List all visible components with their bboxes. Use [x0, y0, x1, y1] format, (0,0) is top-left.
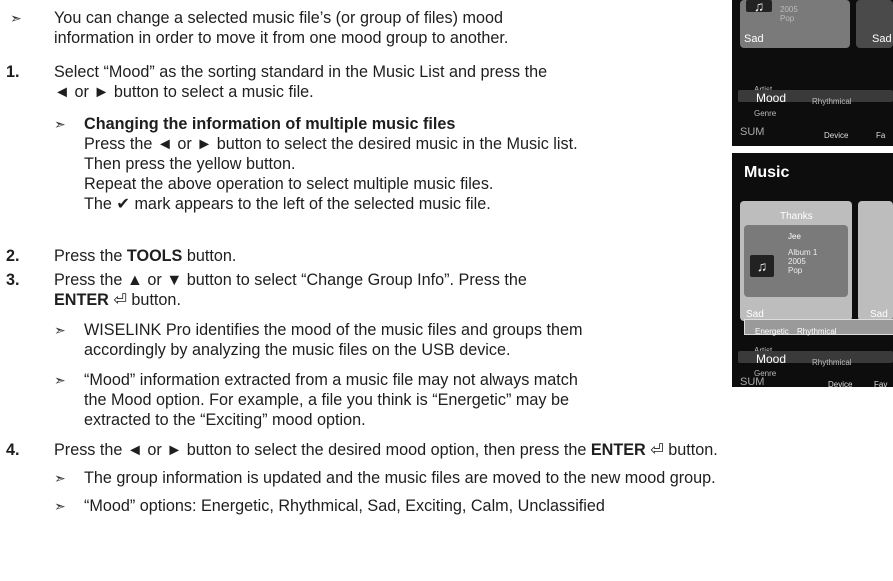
- step-3-note-1-line-2: accordingly by analyzing the music files…: [84, 341, 511, 359]
- note-arrow-icon: ➣: [54, 470, 66, 486]
- mood-option-energetic[interactable]: Energetic: [755, 322, 789, 342]
- step-3-note-1-line-1: WISELINK Pro identifies the mood of the …: [84, 321, 583, 339]
- intro-line-1: You can change a selected music file’s (…: [54, 9, 504, 27]
- step-3-note-2-line-1: “Mood” information extracted from a musi…: [84, 371, 578, 389]
- note-arrow-icon: ➣: [54, 322, 66, 338]
- card-genre: Pop: [788, 266, 803, 275]
- device-label: Device: [824, 131, 849, 140]
- music-note-icon: ♫: [750, 255, 774, 277]
- step-4-number: 4.: [6, 441, 20, 459]
- mood-rhythmical: Rhythmical: [812, 358, 852, 367]
- favorite-label: Fav: [874, 380, 888, 387]
- card-title: Thanks: [780, 211, 813, 222]
- step-4-note-2: “Mood” options: Energetic, Rhythmical, S…: [84, 497, 605, 515]
- step-3-note-2-line-3: extracted to the “Exciting” mood option.: [84, 411, 366, 429]
- sum-label: SUM: [740, 126, 765, 138]
- step-1-line-2: ◄ or ► button to select a music file.: [54, 83, 314, 101]
- step-3-note-2-line-2: the Mood option. For example, a file you…: [84, 391, 569, 409]
- card-genre: Pop: [780, 14, 795, 23]
- screen-title: Music: [744, 164, 790, 181]
- sort-genre: Genre: [754, 109, 777, 118]
- change-group-popup[interactable]: Energetic Rhythmical: [744, 319, 893, 336]
- selected-music-card: Thanks ♫ Jee Album 1 2005 Pop: [740, 201, 852, 321]
- step-1-sub-line-3: Repeat the above operation to select mul…: [84, 175, 494, 193]
- music-note-icon: ♫: [746, 0, 772, 13]
- sum-label: SUM: [740, 376, 765, 387]
- step-4-text: Press the ◄ or ► button to select the de…: [54, 441, 718, 459]
- step-1-sub-line-2: Then press the yellow button.: [84, 155, 296, 173]
- card-art: ♫ Jee Album 1 2005 Pop: [744, 225, 848, 297]
- mood-label-sad: Sad: [872, 33, 892, 45]
- step-2-number: 2.: [6, 247, 20, 265]
- step-1-sub-line-4: The ✔ mark appears to the left of the se…: [84, 195, 491, 213]
- tv-screenshot-change-group: Music Thanks ♫ Jee Album 1 2005 Pop Sad …: [732, 153, 893, 387]
- music-card: [858, 201, 893, 321]
- mood-label-sad: Sad: [744, 33, 764, 45]
- step-1-line-1: Select “Mood” as the sorting standard in…: [54, 63, 548, 81]
- note-arrow-icon: ➣: [10, 10, 22, 26]
- tv-screenshot-mood-list: ♫ 2005 Pop Sad Sad Artist Mood Rhythmica…: [732, 0, 893, 146]
- step-3-number: 3.: [6, 271, 20, 289]
- note-arrow-icon: ➣: [54, 116, 66, 132]
- note-arrow-icon: ➣: [54, 498, 66, 514]
- step-4-note-1: The group information is updated and the…: [84, 469, 716, 487]
- step-1-sub-line-1: Press the ◄ or ► button to select the de…: [84, 135, 578, 153]
- step-3-line-2: ENTER ⏎ button.: [54, 291, 181, 309]
- mood-rhythmical: Rhythmical: [812, 97, 852, 106]
- step-3-line-1: Press the ▲ or ▼ button to select “Chang…: [54, 271, 527, 289]
- manual-page: ➣ You can change a selected music file’s…: [0, 0, 893, 581]
- device-label: Device: [828, 380, 853, 387]
- note-arrow-icon: ➣: [54, 372, 66, 388]
- favorite-label: Fa: [876, 131, 886, 140]
- step-1-sub-title: Changing the information of multiple mus…: [84, 115, 456, 133]
- step-2-text: Press the TOOLS button.: [54, 247, 237, 265]
- mood-option-rhythmical[interactable]: Rhythmical: [797, 322, 837, 342]
- intro-line-2: information in order to move it from one…: [54, 29, 509, 47]
- step-1-number: 1.: [6, 63, 20, 81]
